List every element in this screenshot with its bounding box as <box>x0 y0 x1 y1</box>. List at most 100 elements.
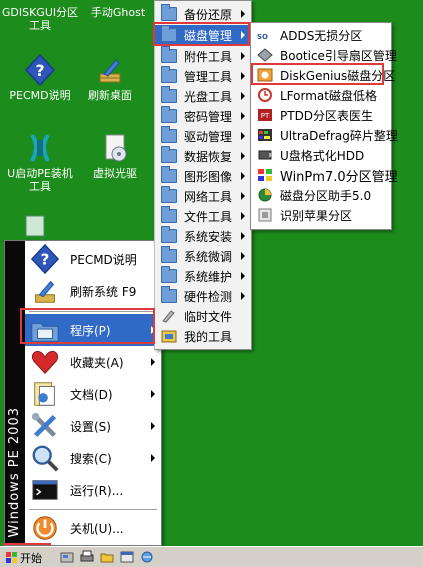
programs-item-system-install[interactable]: 系统安装 <box>155 226 251 246</box>
usb-boot-icon <box>30 133 50 162</box>
disk-item-partition-assistant[interactable]: 磁盘分区助手5.0 <box>251 185 391 205</box>
disk-item-bootice[interactable]: Bootice引导扇区管理 <box>251 45 397 65</box>
start-item-refresh-system[interactable]: 刷新系统 F9 <box>25 275 161 307</box>
start-item-run[interactable]: 运行(R)... <box>25 474 161 506</box>
ultradefrag-icon <box>258 129 272 141</box>
programs-item-password[interactable]: 密码管理 <box>155 106 251 126</box>
settings-tools-icon <box>31 412 57 438</box>
start-item-settings[interactable]: 设置(S) <box>25 410 161 442</box>
programs-item-label: 驱动管理 <box>184 129 233 144</box>
start-item-documents[interactable]: 文档(D) <box>25 378 161 410</box>
documents-icon <box>34 382 55 406</box>
disk-item-label: WinPm7.0分区管理 <box>280 169 398 185</box>
disk-item-label: UltraDefrag碎片整理 <box>280 128 398 143</box>
start-button[interactable]: 开始 <box>3 549 51 566</box>
windows-flag-icon <box>6 551 17 563</box>
disk-item-label: Bootice引导扇区管理 <box>280 48 397 63</box>
programs-item-label: 系统安装 <box>184 229 233 244</box>
folder-icon <box>161 226 177 243</box>
desktop-icon-label: GDISKGUI分区 工具 <box>1 6 79 32</box>
start-item-pecmd[interactable]: ? PECMD说明 <box>25 243 161 275</box>
folder-icon <box>161 25 177 42</box>
disk-item-usb-format[interactable]: U盘格式化HDD <box>251 145 391 165</box>
lformat-icon <box>258 88 272 102</box>
programs-item-graphics[interactable]: 图形图像 <box>155 166 251 186</box>
desktop-icon-label: PECMD说明 <box>9 89 71 102</box>
start-item-shutdown[interactable]: 关机(U)... <box>25 512 161 544</box>
desktop-icon-uqidong[interactable]: U启动PE装机 工具 <box>0 132 80 193</box>
disk-item-label: LFormat磁盘低格 <box>280 88 377 103</box>
help-icon: ? <box>24 54 56 86</box>
submenu-arrow-icon <box>241 252 245 260</box>
programs-item-hardware-test[interactable]: 硬件检测 <box>155 286 251 306</box>
desktop-icon-pecmd[interactable]: ? PECMD说明 <box>0 54 80 102</box>
start-item-label: 关机(U)... <box>70 521 124 536</box>
programs-item-accessories[interactable]: 附件工具 <box>155 46 251 66</box>
start-item-label: 文档(D) <box>70 387 113 402</box>
submenu-arrow-icon <box>241 92 245 100</box>
quicklaunch-app-icon[interactable] <box>140 550 154 564</box>
programs-item-data-recovery[interactable]: 数据恢复 <box>155 146 251 166</box>
programs-item-label: 图形图像 <box>184 169 233 184</box>
start-menu-band: Windows PE 2003 <box>5 241 25 545</box>
folder-icon <box>161 66 177 83</box>
desktop-icon-refresh[interactable]: 刷新桌面 <box>70 54 150 102</box>
partition-assistant-icon <box>258 188 272 202</box>
desktop-icon-label: 手动Ghost <box>90 6 146 19</box>
submenu-arrow-icon <box>241 52 245 60</box>
disk-management-submenu: SO ADDS无损分区 Bootice引导扇区管理 DiskGenius磁盘分区… <box>250 22 398 230</box>
quicklaunch-disk-icon[interactable] <box>60 550 74 564</box>
programs-item-network[interactable]: 网络工具 <box>155 186 251 206</box>
heart-icon <box>31 350 59 374</box>
start-item-search[interactable]: 搜索(C) <box>25 442 161 474</box>
start-item-label: 搜索(C) <box>70 451 112 466</box>
folder-icon <box>161 166 177 183</box>
start-menu-separator <box>29 311 157 312</box>
programs-item-label: 网络工具 <box>184 189 233 204</box>
programs-item-system-tweak[interactable]: 系统微调 <box>155 246 251 266</box>
disk-item-diskgenius[interactable]: DiskGenius磁盘分区 <box>251 65 395 85</box>
quicklaunch-explorer-icon[interactable] <box>120 550 134 564</box>
disk-item-lformat[interactable]: LFormat磁盘低格 <box>251 85 391 105</box>
start-item-label: 刷新系统 F9 <box>70 284 137 299</box>
shutdown-icon <box>33 516 57 540</box>
taskbar: 开始 <box>0 546 423 567</box>
submenu-arrow-icon <box>241 292 245 300</box>
disk-item-adds[interactable]: SO ADDS无损分区 <box>251 25 391 45</box>
quicklaunch-folder-icon[interactable] <box>100 550 114 564</box>
programs-item-disk-management[interactable]: 磁盘管理 <box>155 25 251 45</box>
disk-item-ptdd[interactable]: PT PTDD分区表医生 <box>251 105 391 125</box>
start-item-favorites[interactable]: 收藏夹(A) <box>25 346 161 378</box>
programs-item-label: 系统微调 <box>184 249 233 264</box>
programs-item-label: 附件工具 <box>184 49 233 64</box>
programs-item-backup[interactable]: 备份还原 <box>155 4 251 24</box>
programs-item-label: 临时文件 <box>184 309 233 324</box>
disk-item-apple-partition[interactable]: 识别苹果分区 <box>251 205 391 225</box>
desktop-icon-ghost[interactable]: 手动Ghost <box>78 6 158 19</box>
programs-item-my-tools[interactable]: 我的工具 <box>155 326 251 346</box>
disk-item-winpm[interactable]: WinPm7.0分区管理 <box>251 165 398 185</box>
start-button-label: 开始 <box>20 551 42 565</box>
disk-item-label: U盘格式化HDD <box>280 148 365 163</box>
disk-item-ultradefrag[interactable]: UltraDefrag碎片整理 <box>251 125 398 145</box>
desktop-icon-gdiskgui[interactable]: GDISKGUI分区 工具 <box>0 6 80 32</box>
refresh-broom-icon <box>35 280 55 303</box>
programs-item-file-tools[interactable]: 文件工具 <box>155 206 251 226</box>
programs-item-label: 光盘工具 <box>184 89 233 104</box>
programs-item-drivers[interactable]: 驱动管理 <box>155 126 251 146</box>
programs-item-system-maintenance[interactable]: 系统维护 <box>155 266 251 286</box>
programs-folder-icon <box>31 322 59 342</box>
quicklaunch-printer-icon[interactable] <box>80 550 94 564</box>
folder-icon <box>161 206 177 223</box>
start-item-programs[interactable]: 程序(P) <box>25 314 161 346</box>
programs-item-temp-files[interactable]: 临时文件 <box>155 306 251 326</box>
desktop-icon-virtual-cd[interactable]: 虚拟光驱 <box>75 132 155 180</box>
programs-item-cd-tools[interactable]: 光盘工具 <box>155 86 251 106</box>
programs-item-admin-tools[interactable]: 管理工具 <box>155 66 251 86</box>
disk-item-label: PTDD分区表医生 <box>280 108 374 123</box>
submenu-arrow-icon <box>151 454 155 462</box>
submenu-arrow-icon <box>241 10 245 18</box>
folder-icon <box>161 86 177 103</box>
diskgenius-icon <box>257 68 273 82</box>
start-item-label: 收藏夹(A) <box>70 355 124 370</box>
